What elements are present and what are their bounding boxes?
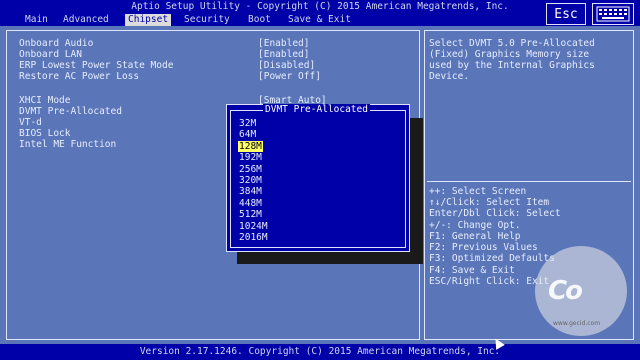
setting-value-erp[interactable]: [Disabled] — [258, 60, 315, 71]
option-192m[interactable]: 192M — [238, 152, 263, 163]
setting-value-onboard-audio[interactable]: [Enabled] — [258, 38, 309, 49]
key-hint: ↑↓/Click: Select Item — [429, 197, 550, 208]
key-hint: F1: General Help — [429, 231, 521, 242]
help-divider — [427, 181, 631, 182]
popup-title: DVMT Pre-Allocated — [263, 104, 370, 116]
tab-advanced[interactable]: Advanced — [60, 14, 112, 26]
esc-button[interactable]: Esc — [546, 3, 586, 25]
keyboard-icon — [596, 6, 630, 22]
tab-bar: Main Advanced Chipset Security Boot Save… — [0, 14, 640, 26]
option-448m[interactable]: 448M — [238, 198, 263, 209]
setting-label-onboard-audio[interactable]: Onboard Audio — [19, 38, 93, 49]
key-hint: F3: Optimized Defaults — [429, 253, 555, 264]
option-2016m[interactable]: 2016M — [238, 232, 269, 243]
setting-label-vtd[interactable]: VT-d — [19, 117, 42, 128]
dvmt-popup[interactable]: DVMT Pre-Allocated 32M 64M 128M 192M 256… — [226, 104, 410, 252]
key-hint: +/-: Change Opt. — [429, 220, 521, 231]
option-256m[interactable]: 256M — [238, 164, 263, 175]
option-320m[interactable]: 320M — [238, 175, 263, 186]
popup-frame: DVMT Pre-Allocated 32M 64M 128M 192M 256… — [230, 104, 406, 248]
setting-label-erp[interactable]: ERP Lowest Power State Mode — [19, 60, 173, 71]
key-hint: ESC/Right Click: Exit — [429, 276, 550, 287]
setting-value-restore-ac[interactable]: [Power Off] — [258, 71, 321, 82]
key-hint: F2: Previous Values — [429, 242, 538, 253]
help-text-line: used by the Internal Graphics — [429, 60, 595, 71]
setting-label-onboard-lan[interactable]: Onboard LAN — [19, 49, 82, 60]
footer-version: Version 2.17.1246. Copyright (C) 2015 Am… — [0, 344, 640, 360]
tab-chipset[interactable]: Chipset — [125, 14, 172, 26]
option-128m[interactable]: 128M — [238, 141, 263, 152]
help-text-line: Select DVMT 5.0 Pre-Allocated — [429, 38, 595, 49]
option-64m[interactable]: 64M — [238, 129, 257, 140]
option-1024m[interactable]: 1024M — [238, 221, 269, 232]
bios-screen: Aptio Setup Utility - Copyright (C) 2015… — [0, 0, 640, 360]
title-bar: Aptio Setup Utility - Copyright (C) 2015… — [0, 0, 640, 14]
tab-boot[interactable]: Boot — [245, 14, 274, 26]
setting-label-restore-ac[interactable]: Restore AC Power Loss — [19, 71, 139, 82]
setting-label-intel-me[interactable]: Intel ME Function — [19, 139, 116, 150]
option-384m[interactable]: 384M — [238, 186, 263, 197]
option-512m[interactable]: 512M — [238, 209, 263, 220]
help-text-line: (Fixed) Graphics Memory size — [429, 49, 590, 60]
esc-label: Esc — [554, 6, 578, 22]
help-text-line: Device. — [429, 71, 470, 82]
option-32m[interactable]: 32M — [238, 118, 257, 129]
setting-value-onboard-lan[interactable]: [Enabled] — [258, 49, 309, 60]
setting-label-dvmt[interactable]: DVMT Pre-Allocated — [19, 106, 122, 117]
tab-main[interactable]: Main — [22, 14, 51, 26]
tab-save-exit[interactable]: Save & Exit — [285, 14, 354, 26]
setting-label-xhci[interactable]: XHCI Mode — [19, 95, 70, 106]
watermark-text: Co — [548, 276, 583, 306]
keyboard-button[interactable] — [592, 3, 634, 25]
tab-security[interactable]: Security — [181, 14, 233, 26]
key-hint: F4: Save & Exit — [429, 265, 515, 276]
setting-label-bios-lock[interactable]: BIOS Lock — [19, 128, 70, 139]
watermark-url: www.gecid.com — [553, 320, 601, 327]
key-hint: Enter/Dbl Click: Select — [429, 208, 561, 219]
key-hint: ++: Select Screen — [429, 186, 527, 197]
